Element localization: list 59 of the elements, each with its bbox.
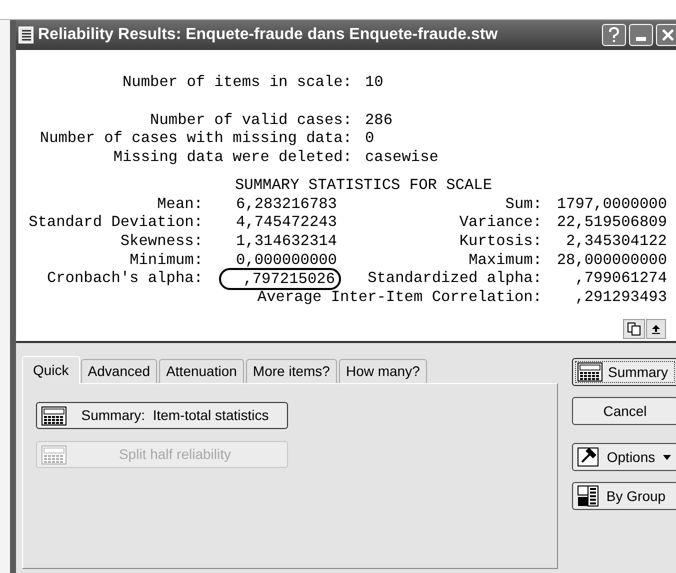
copy-icon [627, 322, 641, 336]
stat-label: Average Inter-Item Correlation: [256, 288, 542, 307]
stat-value: 0,000000000 [235, 250, 338, 270]
table-icon [577, 362, 603, 382]
item-total-button[interactable]: Summary: Item-total statistics [36, 402, 288, 429]
tab[interactable]: Advanced [80, 359, 158, 383]
grouped-table-icon [577, 485, 599, 507]
stat-value: 1797,0000000 [556, 194, 667, 214]
grid-icon [41, 444, 67, 464]
stat-label: Number of items in scale: [122, 73, 352, 92]
minimize-icon [636, 37, 646, 41]
tab[interactable]: More items? [246, 359, 337, 383]
stat-label: Sum: [504, 194, 542, 214]
tab[interactable]: Quick [22, 356, 80, 384]
stat-value: 28,000000000 [556, 250, 667, 270]
minimize-button[interactable] [629, 24, 653, 46]
stat-label: Skewness: [119, 232, 203, 251]
stat-label: Missing data were deleted: [112, 148, 352, 167]
stat-value: 10 [365, 73, 384, 92]
copy-button[interactable] [623, 319, 645, 339]
stat-value: 6,283216783 [235, 194, 338, 214]
help-icon [608, 27, 620, 43]
stat-label: Maximum: [468, 250, 542, 270]
table-icon [41, 406, 67, 426]
stat-value: ,799061274 [574, 269, 667, 288]
stat-value: 0 [365, 129, 374, 148]
stat-label: Minimum: [128, 250, 203, 270]
stat-label: Cronbach's alpha: [46, 269, 203, 288]
close-icon [661, 28, 675, 42]
stat-label: Variance: [458, 213, 542, 232]
tab[interactable]: Attenuation [159, 359, 244, 383]
stat-value: 4,745472243 [235, 213, 338, 232]
stat-value: ,291293493 [574, 288, 667, 307]
tab[interactable]: How many? [338, 359, 427, 383]
cancel-button[interactable]: Cancel [572, 397, 676, 425]
stat-value: ,797215026 [219, 268, 341, 290]
hammer-icon [577, 447, 599, 467]
stat-label: Standardized alpha: [366, 269, 542, 288]
window-title: Reliability Results: Enquete-fraude dans Enquete-fraude.stw [38, 25, 498, 45]
stat-value: 1,314632314 [235, 232, 338, 251]
document-icon [18, 26, 34, 44]
stat-label: Number of cases with missing data: [38, 129, 352, 148]
stat-value: 2,345304122 [565, 232, 667, 251]
options-button[interactable]: Options [572, 443, 676, 471]
stat-label: Number of valid cases: [149, 110, 352, 130]
stat-label: Mean: [156, 194, 203, 214]
stat-value: 22,519506809 [556, 213, 667, 232]
dropdown-caret-icon [663, 454, 671, 460]
help-button[interactable] [602, 24, 626, 46]
stat-value: 286 [365, 110, 393, 130]
summary-button[interactable]: Summary [572, 358, 676, 386]
stat-value: casewise [365, 148, 438, 167]
bygroup-button[interactable]: By Group [572, 482, 676, 510]
close-button[interactable] [656, 24, 676, 46]
collapse-button[interactable] [646, 319, 666, 339]
arrow-up-icon [652, 324, 660, 334]
stat-label: Kurtosis: [458, 232, 542, 251]
section-title: SUMMARY STATISTICS FOR SCALE [235, 176, 492, 195]
stat-label: Standard Deviation: [28, 213, 203, 232]
